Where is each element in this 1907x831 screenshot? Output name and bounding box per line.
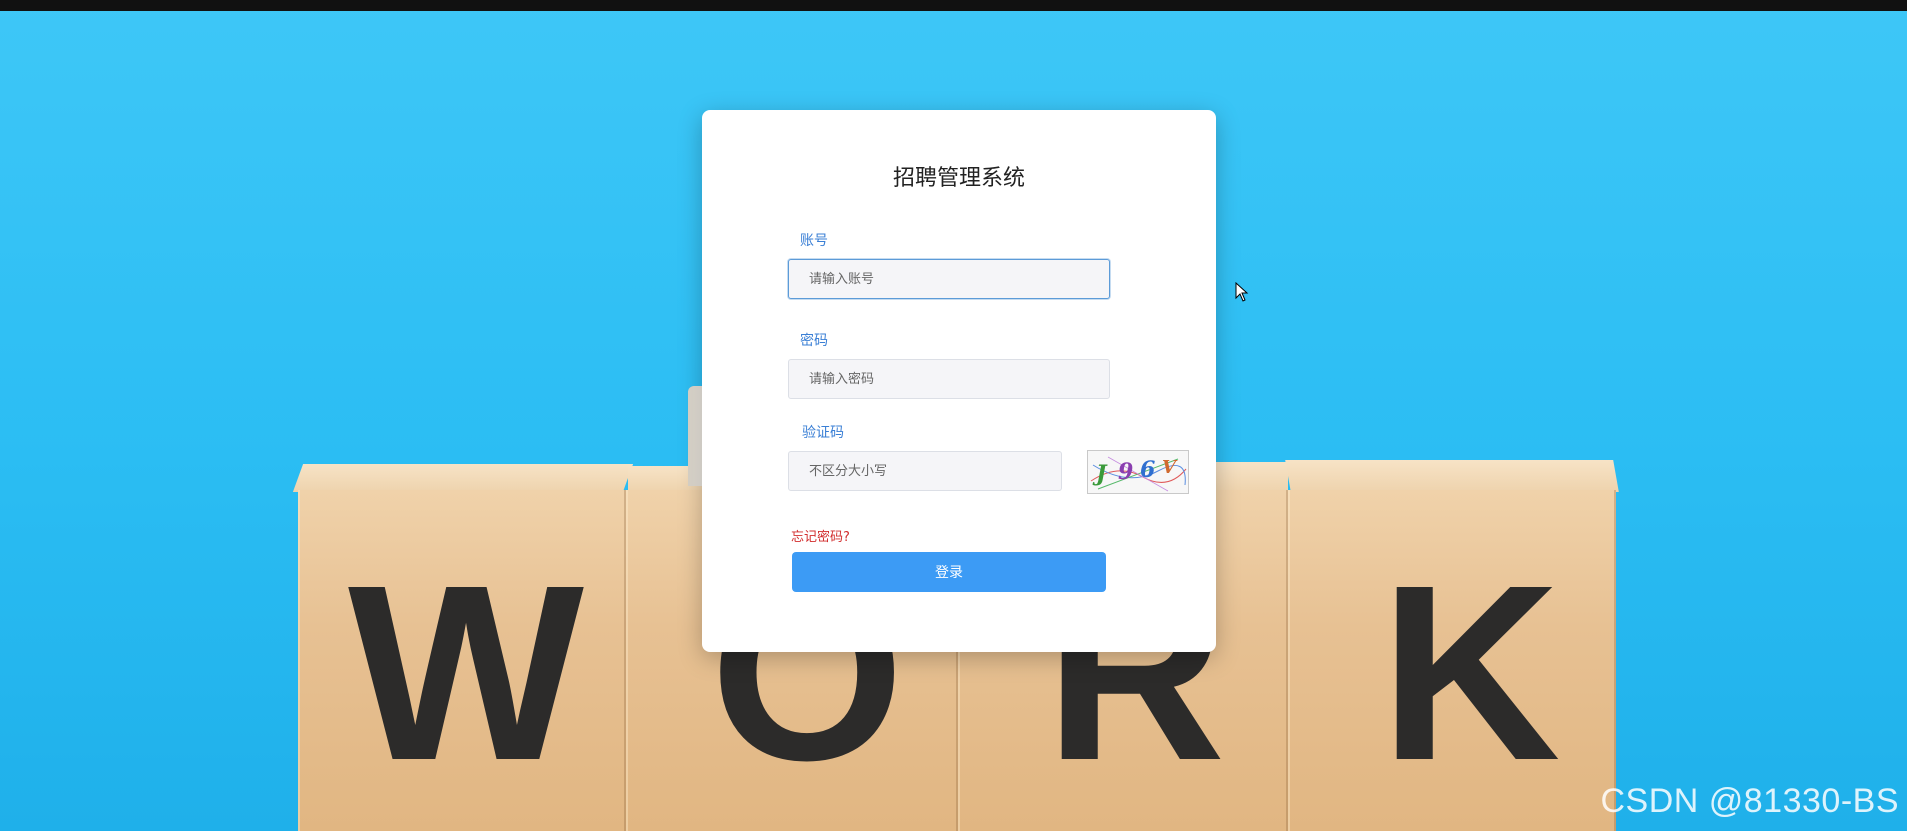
captcha-char: V xyxy=(1162,457,1178,478)
block-top xyxy=(292,464,634,492)
block-letter: K xyxy=(1380,533,1561,812)
account-input[interactable] xyxy=(788,259,1110,299)
login-button[interactable]: 登录 xyxy=(792,552,1106,592)
block-letter: W xyxy=(348,533,584,812)
block-top xyxy=(1285,460,1619,492)
login-card: 招聘管理系统 账号 密码 验证码 J 9 6 V 忘记密码? 登录 xyxy=(702,110,1216,652)
password-input[interactable] xyxy=(788,359,1110,399)
captcha-char: 9 xyxy=(1118,459,1133,485)
captcha-image[interactable]: J 9 6 V xyxy=(1087,450,1189,494)
watermark: CSDN @81330-BS xyxy=(1600,782,1899,820)
captcha-label: 验证码 xyxy=(802,425,844,441)
forgot-password-link[interactable]: 忘记密码? xyxy=(791,526,850,545)
page-title: 招聘管理系统 xyxy=(892,166,1025,191)
mouse-pointer-icon xyxy=(1235,281,1249,306)
account-label: 账号 xyxy=(800,233,828,249)
captcha-char: 6 xyxy=(1140,457,1155,483)
captcha-input[interactable] xyxy=(788,451,1062,491)
captcha-image-graphic: J 9 6 V xyxy=(1088,451,1188,493)
password-label: 密码 xyxy=(800,333,828,349)
login-page: W O R K 招聘管理系统 账号 密码 验证码 J 9 6 V 忘记密码 xyxy=(0,0,1907,831)
window-top-bar xyxy=(0,0,1907,11)
